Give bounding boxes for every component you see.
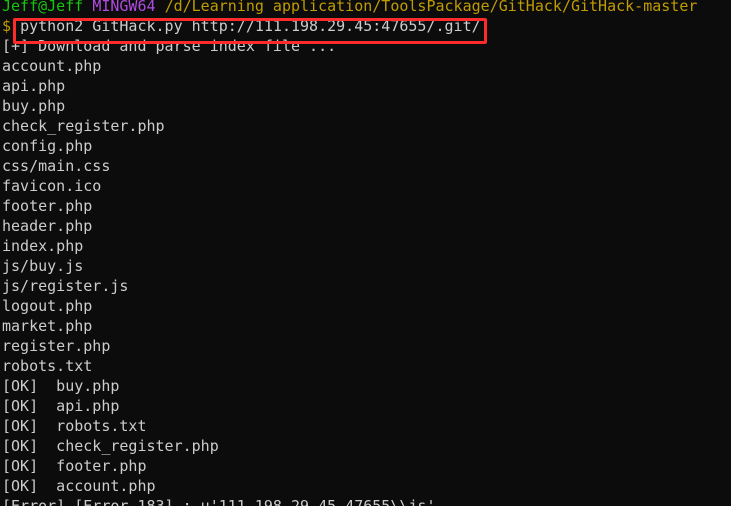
index-file-item: api.php <box>2 77 66 95</box>
result-line: [OK] buy.php <box>2 377 120 395</box>
index-file-item: index.php <box>2 237 84 255</box>
result-line: [OK] footer.php <box>2 457 147 475</box>
result-line: [OK] account.php <box>2 477 156 495</box>
prompt-user-host: Jeff@Jeff <box>2 0 84 15</box>
prompt-space-2 <box>156 0 165 15</box>
prompt-space-1 <box>83 0 92 15</box>
command-line[interactable]: $ python2 GitHack.py http://111.198.29.4… <box>0 16 731 36</box>
terminal-window[interactable]: Jeff@Jeff MINGW64 /d/Learning applicatio… <box>0 0 731 506</box>
index-file-item: js/register.js <box>2 277 129 295</box>
index-file-item: market.php <box>2 317 93 335</box>
index-file-item: config.php <box>2 137 93 155</box>
index-file-item: footer.php <box>2 197 93 215</box>
index-file-item: account.php <box>2 57 102 75</box>
result-error-line: [Error] [Error 183] : u'111.198.29.45_47… <box>2 497 436 506</box>
index-file-item: robots.txt <box>2 357 93 375</box>
index-file-item: check_register.php <box>2 117 165 135</box>
prompt-shell: MINGW64 <box>92 0 156 15</box>
result-line: [OK] robots.txt <box>2 417 147 435</box>
index-file-item: register.php <box>2 337 111 355</box>
index-file-item: css/main.css <box>2 157 111 175</box>
index-file-item: header.php <box>2 217 93 235</box>
prompt-symbol: $ <box>2 17 12 35</box>
index-file-item: js/buy.js <box>2 257 84 275</box>
command-text[interactable]: python2 GitHack.py http://111.198.29.45:… <box>20 17 481 35</box>
prompt-line: Jeff@Jeff MINGW64 /d/Learning applicatio… <box>0 0 731 16</box>
download-status-line: [+] Download and parse index file ... <box>2 37 337 55</box>
index-file-item: buy.php <box>2 97 66 115</box>
terminal-screen: Jeff@Jeff MINGW64 /d/Learning applicatio… <box>0 0 731 506</box>
prompt-path: /d/Learning application/ToolsPackage/Git… <box>164 0 698 15</box>
command-space <box>11 17 20 35</box>
result-line: [OK] api.php <box>2 397 120 415</box>
index-file-item: logout.php <box>2 297 93 315</box>
index-file-item: favicon.ico <box>2 177 102 195</box>
result-line: [OK] check_register.php <box>2 437 219 455</box>
